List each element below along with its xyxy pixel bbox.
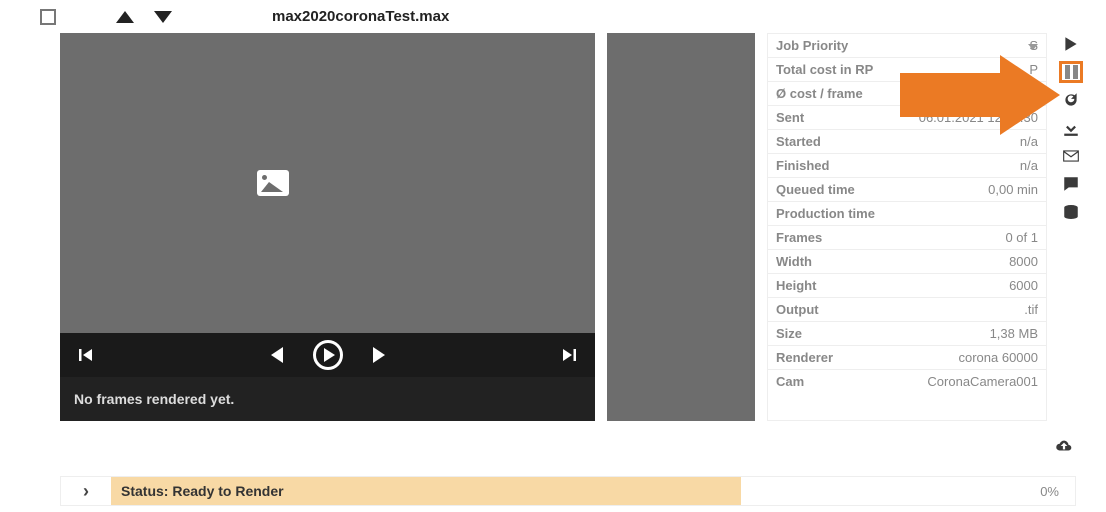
arrow-up-icon[interactable] bbox=[116, 11, 134, 23]
info-value: 0,00 RP bbox=[991, 86, 1038, 101]
info-label: Queued time bbox=[776, 182, 855, 197]
info-row: Started n/a bbox=[768, 130, 1046, 154]
info-label: Width bbox=[776, 254, 812, 269]
info-label: Started bbox=[776, 134, 821, 149]
info-row: Output .tif bbox=[768, 298, 1046, 322]
email-button[interactable] bbox=[1059, 145, 1083, 167]
info-row: Ø cost / frame 0,00 RP bbox=[768, 82, 1046, 106]
info-row: Frames 0 of 1 bbox=[768, 226, 1046, 250]
preview-side bbox=[489, 33, 595, 333]
pause-icon bbox=[1065, 65, 1078, 79]
status-bar-label: Status: Ready to Render bbox=[111, 477, 741, 505]
download-button[interactable] bbox=[1059, 117, 1083, 139]
info-label: Production time bbox=[776, 206, 875, 221]
action-column bbox=[1059, 33, 1087, 421]
pause-button[interactable] bbox=[1059, 61, 1083, 83]
skip-end-button[interactable] bbox=[561, 347, 577, 363]
progress-percent: 0% bbox=[1040, 484, 1075, 499]
info-row: Production time bbox=[768, 202, 1046, 226]
expand-chevron-icon[interactable]: › bbox=[61, 481, 111, 502]
comment-button[interactable] bbox=[1059, 173, 1083, 195]
upload-button[interactable] bbox=[1052, 435, 1076, 457]
info-label: Sent bbox=[776, 110, 804, 125]
info-value: .tif bbox=[1024, 302, 1038, 317]
info-row-priority[interactable]: Job Priority S bbox=[768, 34, 1046, 58]
refresh-button[interactable] bbox=[1059, 89, 1083, 111]
info-row: Queued time 0,00 min bbox=[768, 178, 1046, 202]
info-value: 8000 bbox=[1009, 254, 1038, 269]
info-value: CoronaCamera001 bbox=[927, 374, 1038, 389]
skip-start-button[interactable] bbox=[78, 347, 94, 363]
preview-area bbox=[60, 33, 595, 333]
preview-main bbox=[60, 33, 485, 333]
info-value: 06.01.2021 12:25:30 bbox=[919, 110, 1038, 125]
status-bar: › Status: Ready to Render 0% bbox=[60, 476, 1076, 506]
main-content: No frames rendered yet. Job Priority S T… bbox=[0, 33, 1106, 421]
image-placeholder-icon bbox=[257, 170, 289, 196]
info-value: n/a bbox=[1020, 158, 1038, 173]
preview-column: No frames rendered yet. bbox=[60, 33, 595, 421]
info-value: P bbox=[1029, 62, 1038, 77]
start-button[interactable] bbox=[1059, 33, 1083, 55]
info-value: 6000 bbox=[1009, 278, 1038, 293]
header-row: max2020coronaTest.max bbox=[0, 0, 1106, 33]
info-label: Frames bbox=[776, 230, 822, 245]
select-checkbox[interactable] bbox=[40, 9, 56, 25]
info-value: 1,38 MB bbox=[990, 326, 1038, 341]
job-info-panel: Job Priority S Total cost in RP P Ø cost … bbox=[767, 33, 1047, 421]
info-row: Total cost in RP P bbox=[768, 58, 1046, 82]
player-controls bbox=[60, 333, 595, 377]
info-row: Cam CoronaCamera001 bbox=[768, 370, 1046, 393]
info-value: 0 of 1 bbox=[1005, 230, 1038, 245]
filename-label: max2020coronaTest.max bbox=[272, 8, 449, 25]
info-label: Size bbox=[776, 326, 802, 341]
info-label: Renderer bbox=[776, 350, 833, 365]
info-value: corona 60000 bbox=[958, 350, 1038, 365]
info-row: Sent 06.01.2021 12:25:30 bbox=[768, 106, 1046, 130]
info-row: Finished n/a bbox=[768, 154, 1046, 178]
info-row: Renderer corona 60000 bbox=[768, 346, 1046, 370]
info-row: Size 1,38 MB bbox=[768, 322, 1046, 346]
info-label: Cam bbox=[776, 374, 804, 389]
render-status-text: No frames rendered yet. bbox=[60, 377, 595, 421]
info-label: Total cost in RP bbox=[776, 62, 873, 77]
sort-arrows bbox=[116, 11, 172, 23]
disk-button[interactable] bbox=[1059, 201, 1083, 223]
info-row: Height 6000 bbox=[768, 274, 1046, 298]
play-button[interactable] bbox=[313, 340, 343, 370]
arrow-down-icon[interactable] bbox=[154, 11, 172, 23]
info-row: Width 8000 bbox=[768, 250, 1046, 274]
info-label: Finished bbox=[776, 158, 829, 173]
info-label: Ø cost / frame bbox=[776, 86, 863, 101]
prev-button[interactable] bbox=[271, 347, 283, 363]
chevron-down-icon bbox=[1028, 44, 1038, 50]
thumbnail-column bbox=[607, 33, 755, 421]
info-label: Height bbox=[776, 278, 816, 293]
info-value: 0,00 min bbox=[988, 182, 1038, 197]
info-value: n/a bbox=[1020, 134, 1038, 149]
next-button[interactable] bbox=[373, 347, 385, 363]
info-label: Job Priority bbox=[776, 38, 848, 53]
center-controls bbox=[271, 340, 385, 370]
info-label: Output bbox=[776, 302, 819, 317]
